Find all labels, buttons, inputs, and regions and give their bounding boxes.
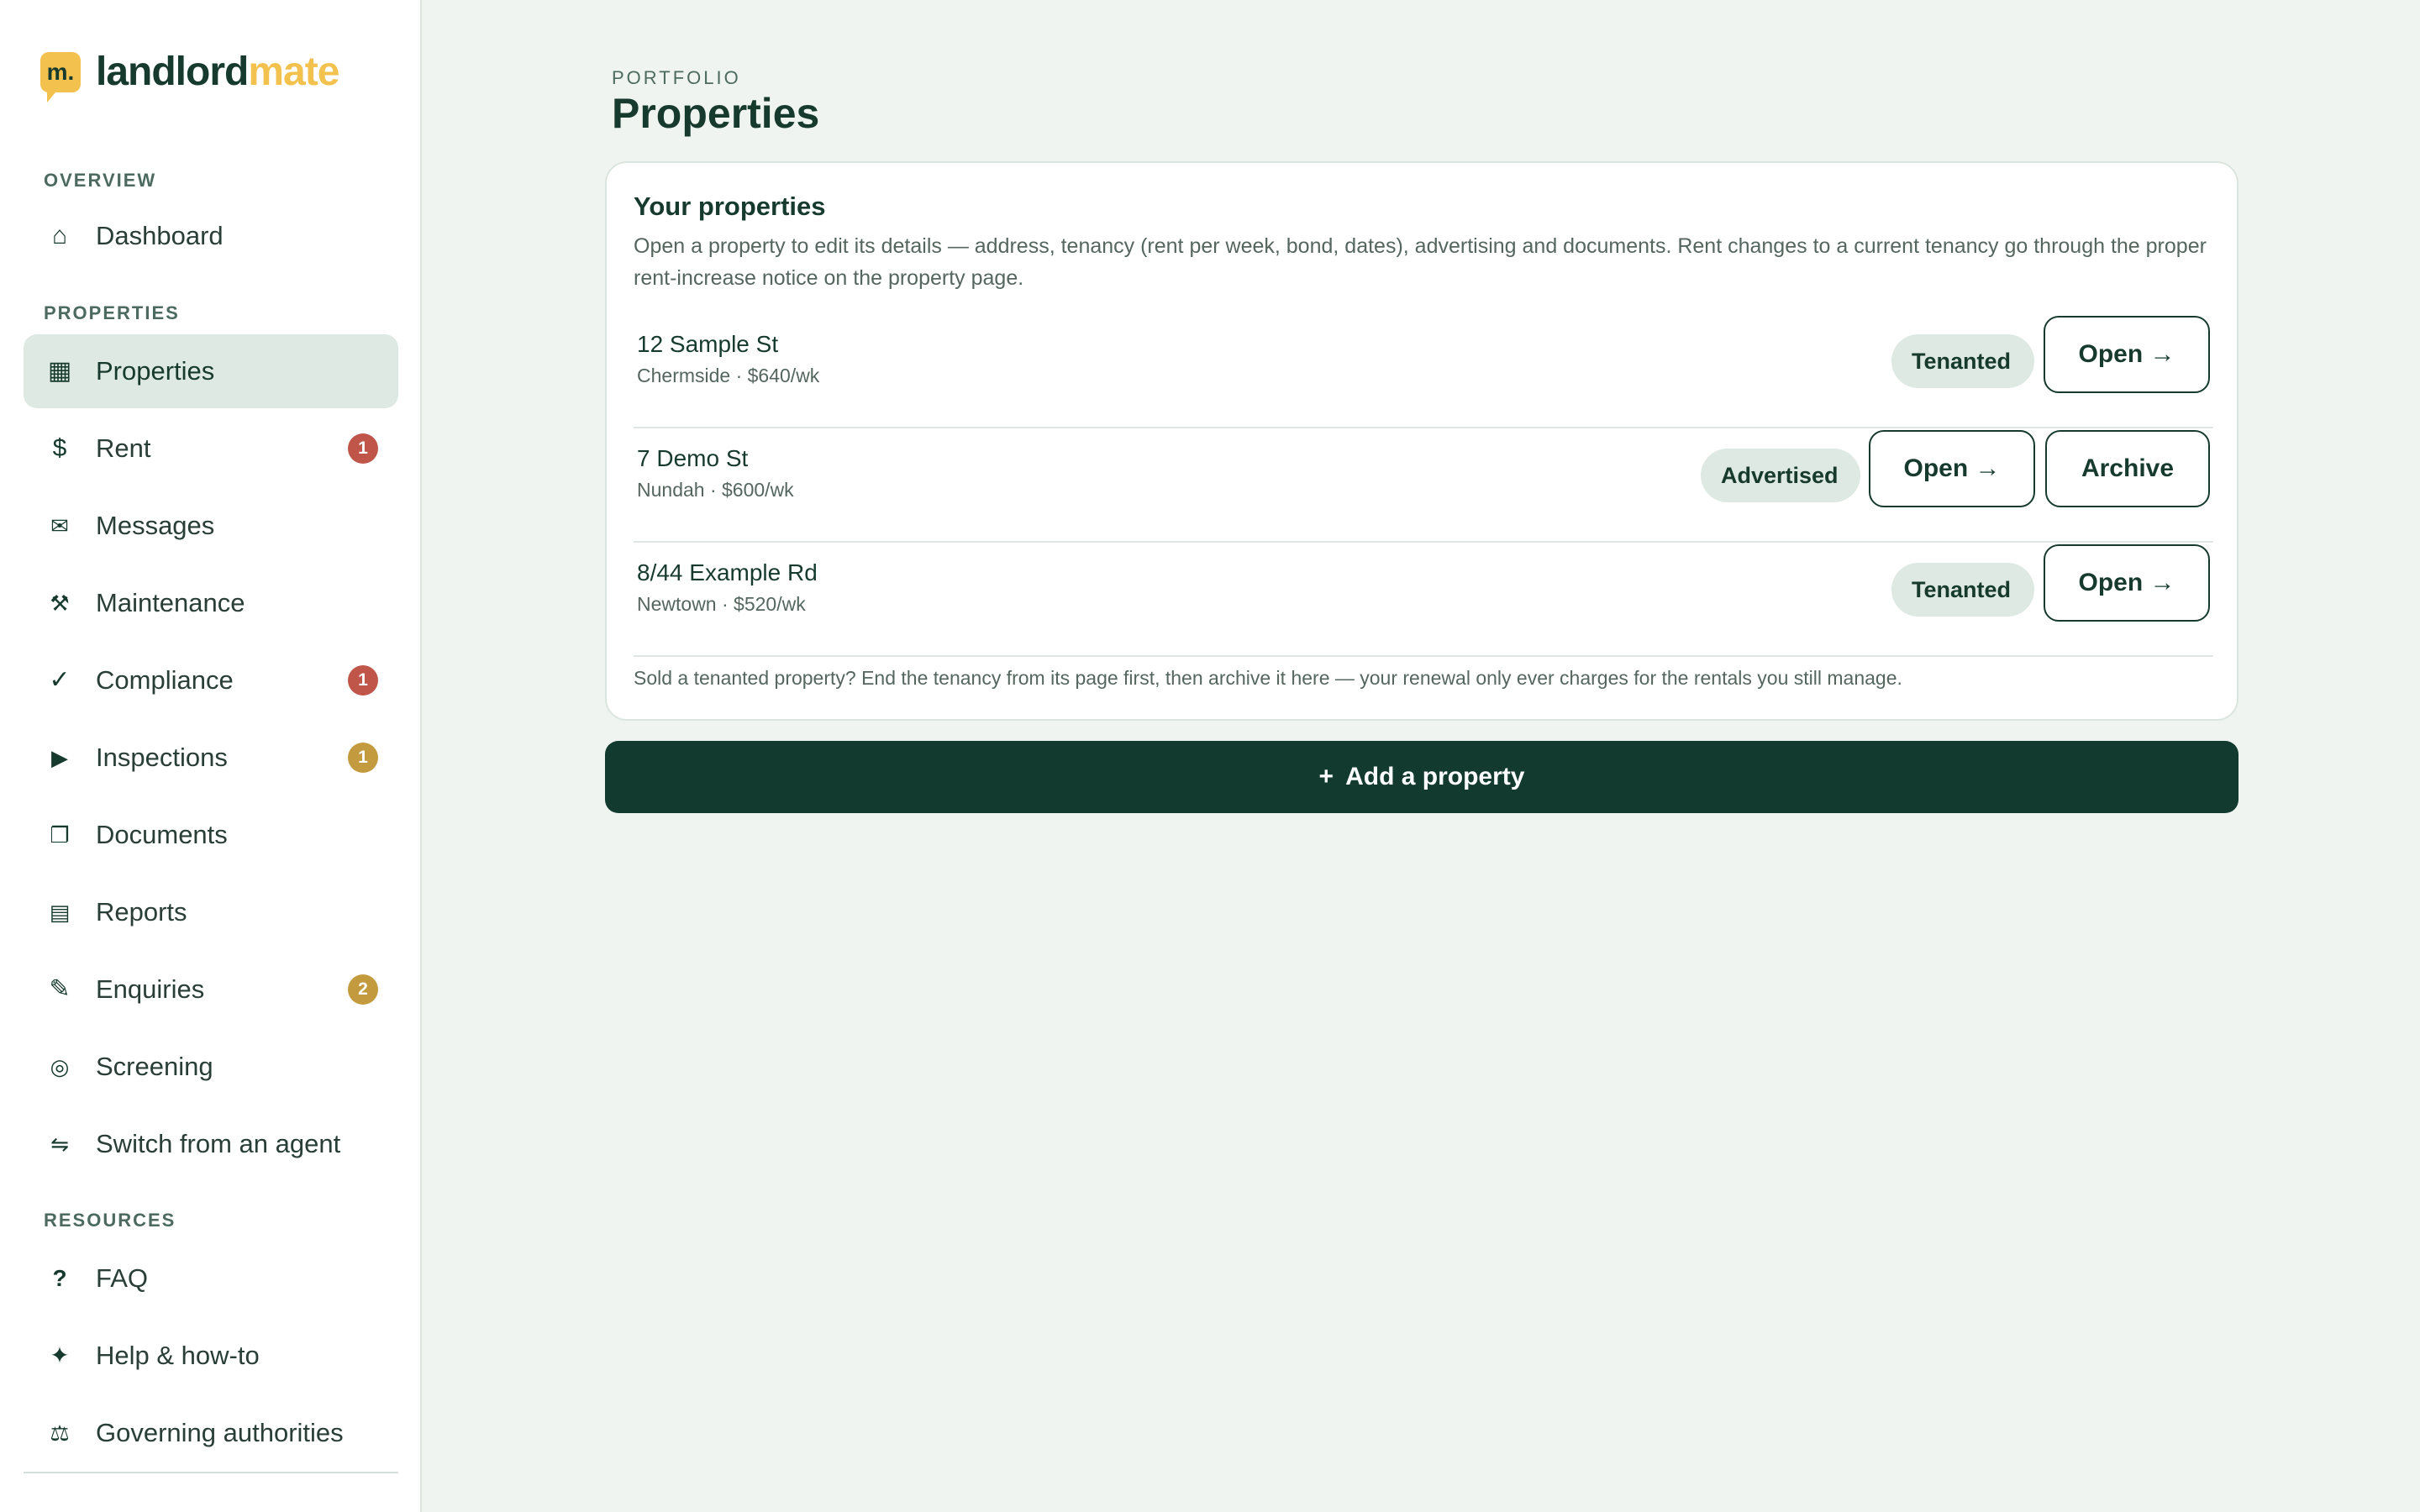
sidebar-item-label: Compliance — [96, 665, 234, 695]
properties-card: Your properties Open a property to edit … — [605, 161, 2238, 721]
open-property-button[interactable]: Open → — [2044, 316, 2210, 393]
notification-badge: 1 — [348, 743, 378, 773]
logo-mark-icon: m. — [40, 51, 81, 102]
pencil-icon: ✎ — [49, 975, 71, 1003]
property-row: 12 Sample St Chermside · $640/wk Tenante… — [634, 314, 2213, 428]
card-footnote: Sold a tenanted property? End the tenanc… — [634, 667, 1902, 689]
sidebar-item-label: Switch from an agent — [96, 1129, 341, 1158]
status-badge: Tenanted — [1891, 334, 2034, 388]
switch-icon: ⇋ — [50, 1131, 69, 1157]
sidebar-item-maintenance[interactable]: ⚒ Maintenance — [24, 566, 398, 640]
play-icon: ▶ — [51, 745, 68, 770]
check-icon: ✓ — [49, 666, 71, 694]
status-badge: Advertised — [1701, 449, 1860, 502]
sidebar-item-documents[interactable]: ❐ Documents — [24, 798, 398, 872]
brand-logo[interactable]: m. landlordmate — [40, 49, 339, 102]
sidebar-item-governing-authorities[interactable]: ⚖ Governing authorities — [24, 1396, 398, 1470]
sidebar-item-label: Documents — [96, 820, 228, 849]
notification-badge: 1 — [348, 665, 378, 696]
property-row: 7 Demo St Nundah · $600/wk Advertised Op… — [634, 428, 2213, 543]
card-description: Open a property to edit its details — ad… — [634, 234, 2207, 290]
sidebar-item-compliance[interactable]: ✓ Compliance 1 — [24, 643, 398, 717]
property-address: 8/44 Example Rd — [637, 559, 818, 585]
brand-name: landlordmate — [96, 49, 339, 95]
grid-icon: ▦ — [47, 357, 72, 385]
tools-icon: ⚒ — [50, 591, 70, 616]
page-eyebrow: PORTFOLIO — [612, 67, 741, 88]
question-icon: ? — [52, 1265, 67, 1291]
property-meta: Nundah · $600/wk — [637, 479, 794, 501]
property-address: 7 Demo St — [637, 445, 749, 471]
home-icon: ⌂ — [51, 222, 68, 249]
property-address: 12 Sample St — [637, 331, 779, 357]
sidebar-item-label: Reports — [96, 897, 187, 927]
sidebar-item-help[interactable]: ✦ Help & how-to — [24, 1319, 398, 1393]
sidebar-divider — [24, 1472, 398, 1473]
sidebar-item-label: Inspections — [96, 743, 228, 772]
property-row: 8/44 Example Rd Newtown · $520/wk Tenant… — [634, 543, 2213, 657]
brand-name-part1: landlord — [96, 50, 249, 94]
notification-badge: 1 — [348, 433, 378, 464]
sidebar-item-label: Rent — [96, 433, 151, 463]
add-property-button[interactable]: + Add a property — [605, 741, 2238, 813]
sidebar-item-reports[interactable]: ▤ Reports — [24, 875, 398, 949]
plus-icon: + — [1318, 763, 1334, 790]
sidebar-item-dashboard[interactable]: ⌂ Dashboard — [24, 199, 398, 273]
card-title: Your properties — [634, 192, 826, 221]
section-label-properties: PROPERTIES — [44, 302, 180, 323]
open-property-button[interactable]: Open → — [2044, 544, 2210, 622]
sidebar-item-label: Governing authorities — [96, 1418, 344, 1447]
sidebar-item-label: Messages — [96, 511, 215, 540]
property-meta: Newtown · $520/wk — [637, 593, 806, 615]
sidebar-item-label: Properties — [96, 356, 215, 386]
sidebar-item-messages[interactable]: ✉ Messages — [24, 489, 398, 563]
sidebar-item-label: Help & how-to — [96, 1341, 260, 1370]
sidebar-item-label: FAQ — [96, 1263, 149, 1293]
sidebar-item-label: Maintenance — [96, 588, 245, 617]
sparkle-icon: ✦ — [50, 1342, 70, 1368]
sidebar-item-label: Enquiries — [96, 974, 205, 1004]
sidebar-item-screening[interactable]: ◎ Screening — [24, 1030, 398, 1104]
sidebar: m. landlordmate OVERVIEW ⌂ Dashboard PRO… — [0, 0, 422, 1512]
mail-icon: ✉ — [50, 513, 69, 538]
sidebar-item-label: Dashboard — [96, 221, 224, 250]
sidebar-item-inspections[interactable]: ▶ Inspections 1 — [24, 721, 398, 795]
page-title: Properties — [612, 90, 820, 137]
document-icon: ❐ — [50, 822, 70, 848]
archive-property-button[interactable]: Archive — [2045, 430, 2210, 507]
section-label-overview: OVERVIEW — [44, 170, 157, 191]
sidebar-item-enquiries[interactable]: ✎ Enquiries 2 — [24, 953, 398, 1026]
add-property-label: Add a property — [1345, 763, 1525, 790]
notification-badge: 2 — [348, 974, 378, 1005]
sidebar-item-rent[interactable]: $ Rent 1 — [24, 412, 398, 486]
authority-icon: ⚖ — [50, 1420, 70, 1446]
dollar-icon: $ — [52, 434, 67, 462]
open-property-button[interactable]: Open → — [1869, 430, 2035, 507]
sidebar-item-faq[interactable]: ? FAQ — [24, 1242, 398, 1315]
report-icon: ▤ — [49, 900, 71, 925]
target-icon: ◎ — [50, 1054, 70, 1079]
sidebar-item-switch-from-agent[interactable]: ⇋ Switch from an agent — [24, 1107, 398, 1181]
property-meta: Chermside · $640/wk — [637, 365, 820, 386]
sidebar-item-properties[interactable]: ▦ Properties — [24, 334, 398, 408]
status-badge: Tenanted — [1891, 563, 2034, 617]
sidebar-item-label: Screening — [96, 1052, 213, 1081]
brand-name-part2: mate — [248, 50, 339, 94]
section-label-resources: RESOURCES — [44, 1210, 176, 1231]
